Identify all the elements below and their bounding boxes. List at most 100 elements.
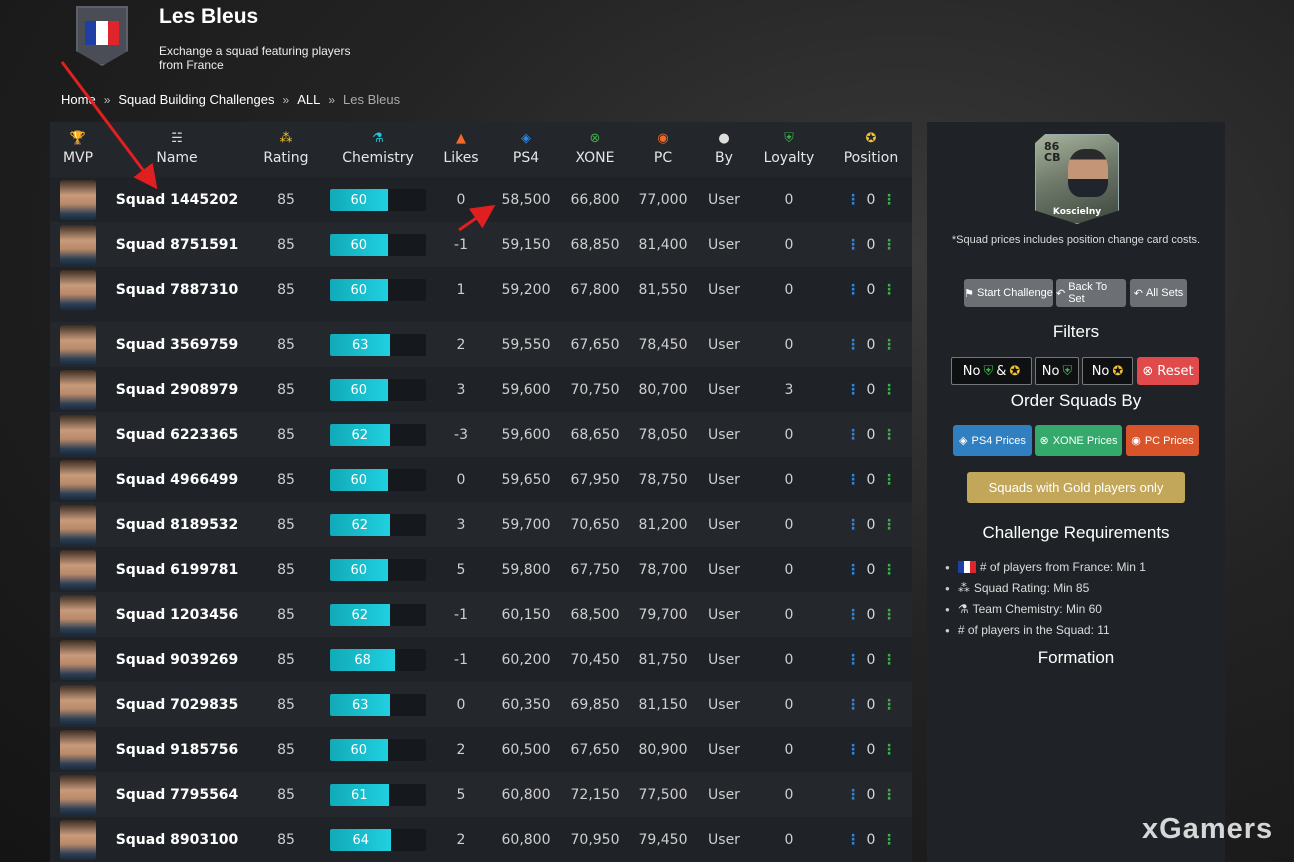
table-row[interactable]: Squad 8189532 85 3 59,700 70,650 81,200 User 0 6…: [50, 502, 912, 547]
kebab-menu-icon[interactable]: ⋮: [882, 428, 896, 442]
cell-name[interactable]: Squad 6223365: [106, 412, 248, 457]
table-row[interactable]: Squad 8903100 85 2 60,800 70,950 79,450 User 0 6…: [50, 817, 912, 862]
cell-name[interactable]: Squad 3569759: [106, 322, 248, 367]
kebab-menu-icon[interactable]: ⋮: [846, 743, 860, 757]
filter-no-loyalty-position[interactable]: No ⛨ & ✪: [951, 357, 1032, 385]
cell-by: User: [708, 471, 740, 488]
start-challenge-button[interactable]: ⚑ Start Challenge: [964, 279, 1053, 307]
cell-loyalty: 0: [784, 696, 794, 713]
table-row[interactable]: Squad 1203456 85 -1 60,150 68,500 79,700 User 0…: [50, 592, 912, 637]
cell-name[interactable]: Squad 7795564: [106, 772, 248, 817]
mvp-player-avatar: [60, 180, 96, 220]
kebab-menu-icon[interactable]: ⋮: [882, 563, 896, 577]
kebab-menu-icon[interactable]: ⋮: [882, 653, 896, 667]
gold-players-button[interactable]: Squads with Gold players only: [967, 472, 1185, 503]
kebab-menu-icon[interactable]: ⋮: [882, 698, 896, 712]
kebab-menu-icon[interactable]: ⋮: [846, 193, 860, 207]
kebab-menu-icon[interactable]: ⋮: [846, 788, 860, 802]
kebab-menu-icon[interactable]: ⋮: [846, 238, 860, 252]
kebab-menu-icon[interactable]: ⋮: [846, 518, 860, 532]
kebab-menu-icon[interactable]: ⋮: [846, 428, 860, 442]
table-row[interactable]: Squad 8751591 85 -1 59,150 68,850 81,400 User 0…: [50, 222, 912, 267]
cell-name[interactable]: Squad 9039269: [106, 637, 248, 682]
order-xone-button[interactable]: ⊗ XONE Prices: [1035, 425, 1122, 456]
chemistry-bar-fill: 60: [330, 469, 388, 491]
column-mvp[interactable]: 🏆 MVP: [50, 122, 106, 177]
table-row[interactable]: Squad 7795564 85 5 60,800 72,150 77,500 User 0 6…: [50, 772, 912, 817]
kebab-menu-icon[interactable]: ⋮: [882, 743, 896, 757]
table-row[interactable]: Squad 2908979 85 3 59,600 70,750 80,700 User 3 6…: [50, 367, 912, 412]
cell-by: User: [708, 696, 740, 713]
cell-by: User: [708, 606, 740, 623]
column-by[interactable]: ● By: [700, 122, 748, 177]
breadcrumb-all[interactable]: ALL: [297, 92, 320, 107]
column-likes[interactable]: ▲ Likes: [436, 122, 486, 177]
player-card[interactable]: 86 CB Koscielny: [1035, 134, 1119, 224]
column-position[interactable]: ✪ Position: [836, 122, 906, 177]
order-pc-button[interactable]: ◉ PC Prices: [1126, 425, 1199, 456]
table-row[interactable]: Squad 7887310 85 1 59,200 67,800 81,550 User 0 6…: [50, 267, 912, 312]
kebab-menu-icon[interactable]: ⋮: [882, 383, 896, 397]
table-row[interactable]: Squad 6223365 85 -3 59,600 68,650 78,050 User 0…: [50, 412, 912, 457]
cell-name[interactable]: Squad 7887310: [106, 267, 248, 312]
kebab-menu-icon[interactable]: ⋮: [882, 238, 896, 252]
requirement-item: ● ⁂ Squad Rating: Min 85: [945, 581, 1090, 595]
kebab-menu-icon[interactable]: ⋮: [882, 283, 896, 297]
kebab-menu-icon[interactable]: ⋮: [882, 608, 896, 622]
kebab-menu-icon[interactable]: ⋮: [882, 518, 896, 532]
column-pc[interactable]: ◉ PC: [638, 122, 688, 177]
kebab-menu-icon[interactable]: ⋮: [846, 473, 860, 487]
kebab-menu-icon[interactable]: ⋮: [846, 653, 860, 667]
column-chemistry[interactable]: ⚗ Chemistry: [330, 122, 426, 177]
table-row[interactable]: Squad 7029835 85 0 60,350 69,850 81,150 User 0 6…: [50, 682, 912, 727]
cell-name[interactable]: Squad 9185756: [106, 727, 248, 772]
cell-name[interactable]: Squad 1445202: [106, 177, 248, 222]
filter-no-position[interactable]: No ✪: [1082, 357, 1133, 385]
kebab-menu-icon[interactable]: ⋮: [846, 608, 860, 622]
table-row[interactable]: Squad 4966499 85 0 59,650 67,950 78,750 User 0 6…: [50, 457, 912, 502]
reset-button[interactable]: ⊗ Reset: [1137, 357, 1199, 385]
filter-no-loyalty[interactable]: No ⛨: [1035, 357, 1079, 385]
all-sets-button[interactable]: ↶ All Sets: [1130, 279, 1187, 307]
kebab-menu-icon[interactable]: ⋮: [846, 833, 860, 847]
table-row[interactable]: Squad 9185756 85 2 60,500 67,650 80,900 User 0 6…: [50, 727, 912, 772]
kebab-menu-icon[interactable]: ⋮: [882, 193, 896, 207]
cell-likes: 2: [456, 741, 466, 758]
chemistry-bar-fill: 62: [330, 604, 390, 626]
mvp-player-avatar: [60, 370, 96, 410]
cell-name[interactable]: Squad 7029835: [106, 682, 248, 727]
order-ps4-button[interactable]: ◈ PS4 Prices: [953, 425, 1032, 456]
column-loyalty[interactable]: ⛨ Loyalty: [756, 122, 822, 177]
cell-name[interactable]: Squad 4966499: [106, 457, 248, 502]
kebab-menu-icon[interactable]: ⋮: [846, 283, 860, 297]
kebab-menu-icon[interactable]: ⋮: [846, 383, 860, 397]
back-to-set-button[interactable]: ↶ Back To Set: [1056, 279, 1126, 307]
mvp-player-avatar: [60, 270, 96, 310]
cell-name[interactable]: Squad 2908979: [106, 367, 248, 412]
column-xone[interactable]: ⊗ XONE: [565, 122, 625, 177]
cell-name[interactable]: Squad 8751591: [106, 222, 248, 267]
table-row[interactable]: Squad 9039269 85 -1 60,200 70,450 81,750 User 0…: [50, 637, 912, 682]
kebab-menu-icon[interactable]: ⋮: [846, 563, 860, 577]
column-ps4[interactable]: ◈ PS4: [498, 122, 554, 177]
kebab-menu-icon[interactable]: ⋮: [882, 473, 896, 487]
column-name[interactable]: ☵ Name: [106, 122, 248, 177]
kebab-menu-icon[interactable]: ⋮: [846, 698, 860, 712]
cell-name[interactable]: Squad 6199781: [106, 547, 248, 592]
breadcrumb-sbc[interactable]: Squad Building Challenges: [118, 92, 274, 107]
kebab-menu-icon[interactable]: ⋮: [882, 833, 896, 847]
table-row[interactable]: Squad 6199781 85 5 59,800 67,750 78,700 User 0 6…: [50, 547, 912, 592]
kebab-menu-icon[interactable]: ⋮: [846, 338, 860, 352]
kebab-menu-icon[interactable]: ⋮: [882, 788, 896, 802]
cell-name[interactable]: Squad 8189532: [106, 502, 248, 547]
cell-ps4: 60,200: [501, 651, 551, 668]
kebab-menu-icon[interactable]: ⋮: [882, 338, 896, 352]
table-row[interactable]: Squad 1445202 85 0 58,500 66,800 77,000 User 0 6…: [50, 177, 912, 222]
breadcrumb-home[interactable]: Home: [61, 92, 96, 107]
column-rating[interactable]: ⁂ Rating: [255, 122, 317, 177]
table-row[interactable]: Squad 3569759 85 2 59,550 67,650 78,450 User 0 6…: [50, 322, 912, 367]
cell-name[interactable]: Squad 8903100: [106, 817, 248, 862]
cell-name[interactable]: Squad 1203456: [106, 592, 248, 637]
price-note: *Squad prices includes position change c…: [951, 234, 1201, 246]
cell-pc: 81,750: [638, 651, 688, 668]
